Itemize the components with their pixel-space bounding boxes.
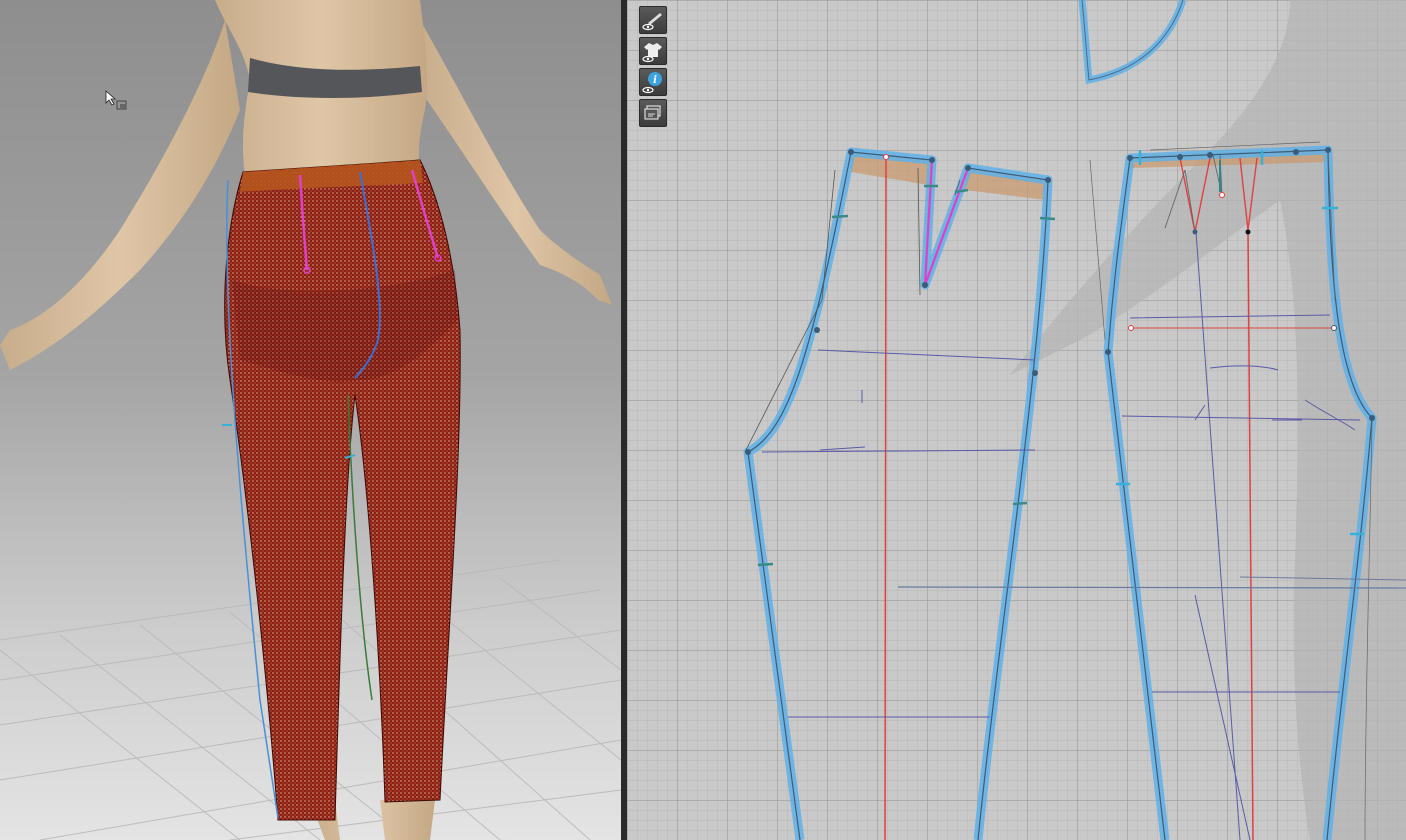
pen-eye-icon xyxy=(642,13,662,31)
pattern-canvas xyxy=(743,0,1406,840)
back-pant-piece xyxy=(743,147,1056,840)
svg-text:i: i xyxy=(653,75,657,86)
show-pattern-tool-button[interactable] xyxy=(639,6,667,34)
2d-pattern-view[interactable]: i xyxy=(627,0,1406,840)
show-layer-button[interactable] xyxy=(639,99,667,127)
show-garment-button[interactable] xyxy=(639,37,667,65)
mouse-cursor-icon xyxy=(105,90,127,110)
3d-scene xyxy=(0,0,621,840)
pattern-view-toolbar: i xyxy=(639,6,667,130)
shirt-eye-icon xyxy=(642,43,662,63)
bra-piece-outline xyxy=(1078,0,1187,85)
layers-icon xyxy=(644,105,661,120)
avatar-left-arm xyxy=(0,20,240,370)
3d-view[interactable] xyxy=(0,0,621,840)
info-eye-icon: i xyxy=(642,72,662,94)
show-info-button[interactable]: i xyxy=(639,68,667,96)
